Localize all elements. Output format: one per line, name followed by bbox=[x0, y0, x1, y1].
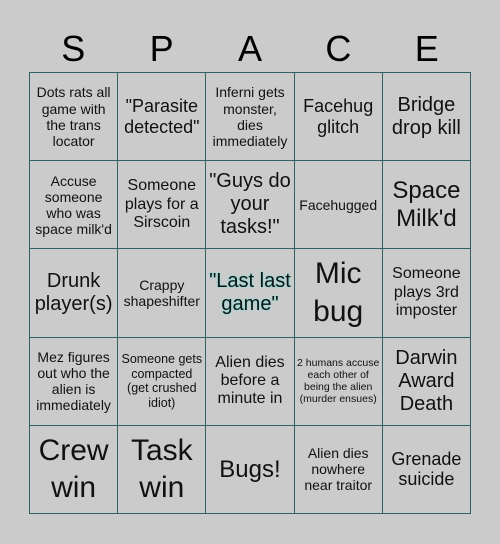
bingo-cell[interactable]: Accuse someone who was space milk'd bbox=[30, 161, 119, 250]
bingo-cell[interactable]: Facehug glitch bbox=[294, 73, 383, 162]
bingo-cell[interactable]: Space Milk'd bbox=[382, 161, 471, 250]
bingo-cell[interactable]: Inferni gets monster, dies immediately bbox=[206, 73, 295, 162]
bingo-cell[interactable]: Grenade suicide bbox=[382, 425, 471, 514]
bingo-cell[interactable]: Crappy shapeshifter bbox=[118, 249, 207, 338]
bingo-cell[interactable]: Task win bbox=[118, 425, 207, 514]
bingo-cell[interactable]: Crew win bbox=[30, 425, 119, 514]
bingo-cell[interactable]: "Parasite detected" bbox=[118, 73, 207, 162]
bingo-cell[interactable]: Darwin Award Death bbox=[382, 337, 471, 426]
bingo-cell[interactable]: Facehugged bbox=[294, 161, 383, 250]
bingo-cell[interactable]: "Guys do your tasks!" bbox=[206, 161, 295, 250]
bingo-cell[interactable]: Alien dies nowhere near traitor bbox=[294, 425, 383, 514]
bingo-header: S P A C E bbox=[29, 26, 471, 72]
header-letter-e: E bbox=[414, 28, 439, 69]
bingo-cell[interactable]: Someone plays for a Sirscoin bbox=[118, 161, 207, 250]
bingo-grid: Dots rats all game with the trans locato… bbox=[29, 72, 471, 514]
bingo-cell[interactable]: Mic bug bbox=[294, 249, 383, 338]
header-letter-p: P bbox=[149, 28, 174, 69]
bingo-cell[interactable]: 2 humans accuse each other of being the … bbox=[294, 337, 383, 426]
bingo-cell[interactable]: Dots rats all game with the trans locato… bbox=[30, 73, 119, 162]
bingo-cell[interactable]: Bugs! bbox=[206, 425, 295, 514]
header-letter-a: A bbox=[237, 28, 262, 69]
header-letter-s: S bbox=[61, 28, 86, 69]
bingo-cell[interactable]: Alien dies before a minute in bbox=[206, 337, 295, 426]
bingo-cell[interactable]: Mez figures out who the alien is immedia… bbox=[30, 337, 119, 426]
free-space-cell[interactable]: "Last last game" bbox=[206, 249, 295, 338]
bingo-cell[interactable]: Someone plays 3rd imposter bbox=[382, 249, 471, 338]
bingo-cell[interactable]: Drunk player(s) bbox=[30, 249, 119, 338]
bingo-cell[interactable]: Someone gets compacted (get crushed idio… bbox=[118, 337, 207, 426]
header-letter-c: C bbox=[325, 28, 352, 69]
bingo-cell[interactable]: Bridge drop kill bbox=[382, 73, 471, 162]
